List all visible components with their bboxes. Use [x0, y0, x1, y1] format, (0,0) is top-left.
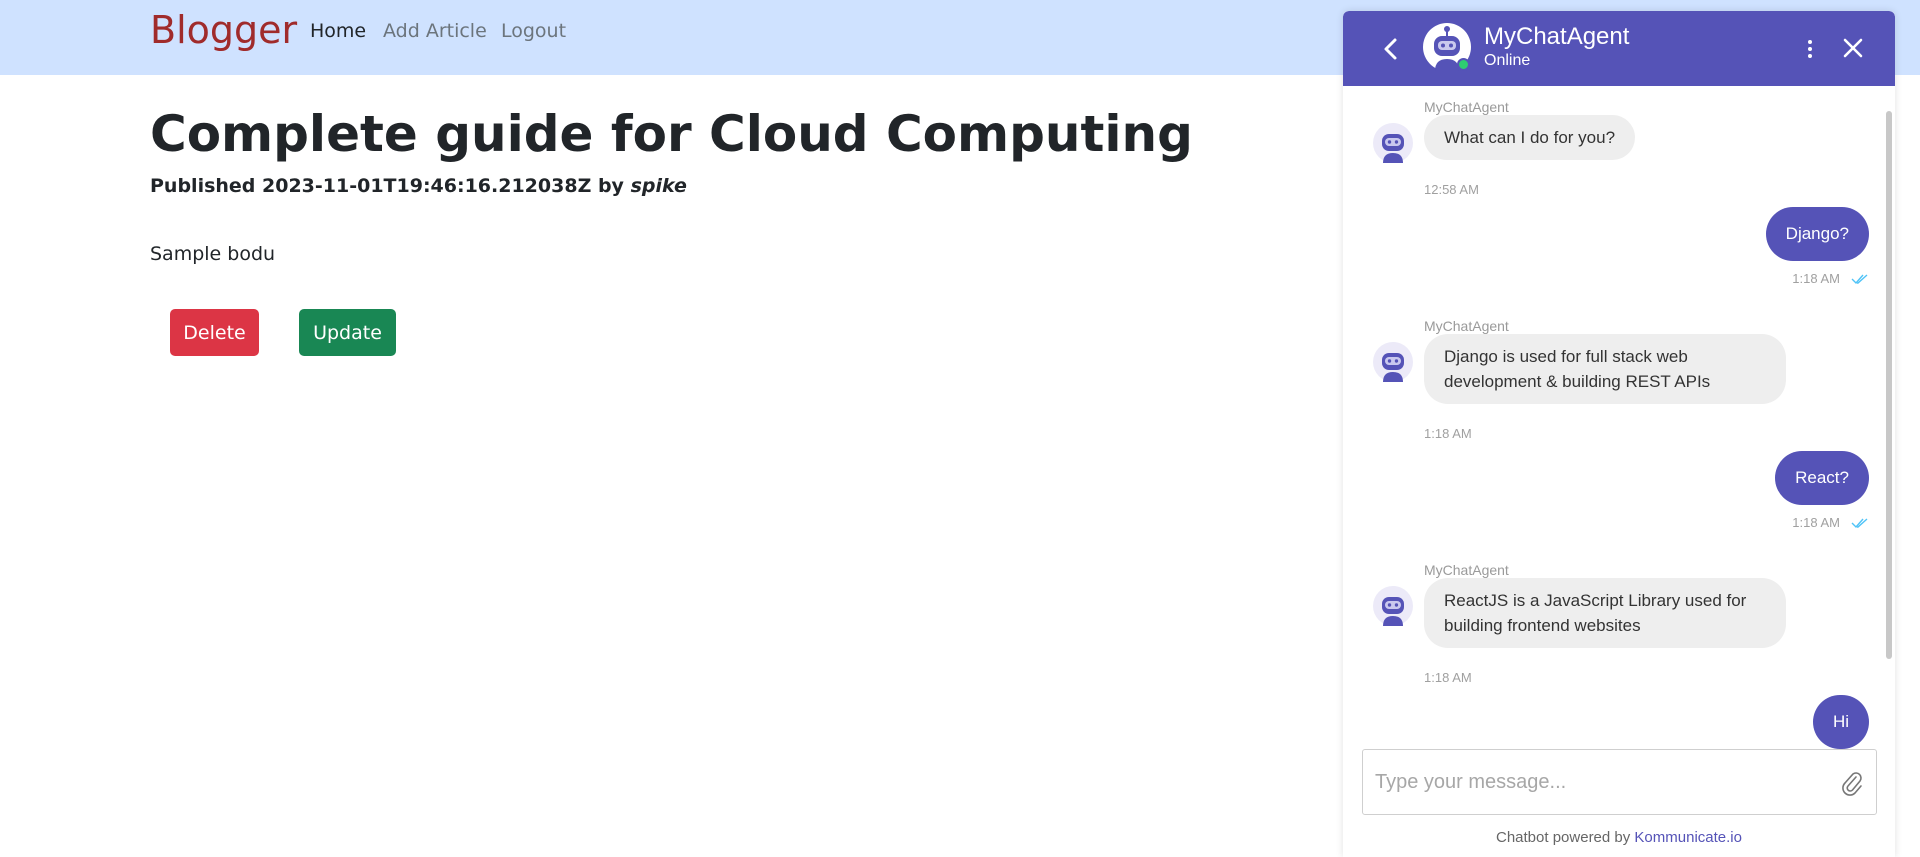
message-time: 12:58 AM	[1424, 182, 1479, 197]
agent-status: Online	[1484, 52, 1531, 69]
back-arrow-icon[interactable]	[1379, 35, 1403, 63]
message-sender: MyChatAgent	[1424, 318, 1509, 334]
user-message-bubble: Hi	[1813, 695, 1869, 749]
message-time: 1:18 AM	[1424, 670, 1472, 685]
brand-logo[interactable]: Blogger	[150, 8, 297, 52]
more-options-icon[interactable]	[1806, 38, 1814, 60]
bot-avatar-icon	[1373, 342, 1413, 382]
published-text: Published 2023-11-01T19:46:16.212038Z by	[150, 175, 631, 197]
update-button[interactable]: Update	[299, 309, 396, 356]
bot-message-bubble: ReactJS is a JavaScript Library used for…	[1424, 578, 1786, 648]
message-input[interactable]	[1375, 750, 1825, 814]
nav-home-link[interactable]: Home	[310, 20, 366, 42]
powered-by-footer: Chatbot powered by Kommunicate.io	[1343, 829, 1895, 846]
bot-message-bubble: What can I do for you?	[1424, 115, 1636, 160]
double-check-icon	[1851, 274, 1868, 285]
double-check-icon	[1851, 518, 1868, 529]
user-message-bubble: Django?	[1765, 207, 1869, 261]
powered-by-text: Chatbot powered by	[1496, 829, 1635, 846]
message-time: 1:18 AM	[1792, 515, 1840, 530]
paperclip-icon[interactable]	[1841, 770, 1863, 796]
user-message-bubble: React?	[1775, 451, 1869, 505]
bot-avatar-icon	[1373, 586, 1413, 626]
bot-avatar-icon	[1373, 123, 1413, 163]
online-status-dot	[1457, 58, 1470, 71]
delete-button[interactable]: Delete	[170, 309, 259, 356]
nav-add-article-link[interactable]: Add Article	[383, 20, 487, 42]
article-title: Complete guide for Cloud Computing	[150, 105, 1193, 163]
agent-name: MyChatAgent	[1484, 23, 1630, 50]
bot-message-bubble: Django is used for full stack web develo…	[1424, 334, 1786, 404]
message-time: 1:18 AM	[1424, 426, 1472, 441]
kommunicate-link[interactable]: Kommunicate.io	[1634, 829, 1742, 846]
message-scrollbar[interactable]	[1886, 111, 1892, 659]
message-list: MyChatAgent What can I do for you? 12:58…	[1343, 86, 1895, 749]
article-author: spike	[630, 175, 687, 197]
chat-header: MyChatAgent Online	[1343, 11, 1895, 86]
article-body: Sample bodu	[150, 243, 276, 265]
chat-widget: MyChatAgent Online MyChatAgent What can …	[1343, 11, 1895, 857]
message-sender: MyChatAgent	[1424, 562, 1509, 578]
close-icon[interactable]	[1841, 36, 1865, 60]
nav-logout-link[interactable]: Logout	[501, 20, 566, 42]
message-sender: MyChatAgent	[1424, 99, 1509, 115]
message-input-container	[1362, 749, 1877, 815]
article-meta: Published 2023-11-01T19:46:16.212038Z by…	[150, 175, 687, 197]
message-time: 1:18 AM	[1792, 271, 1840, 286]
